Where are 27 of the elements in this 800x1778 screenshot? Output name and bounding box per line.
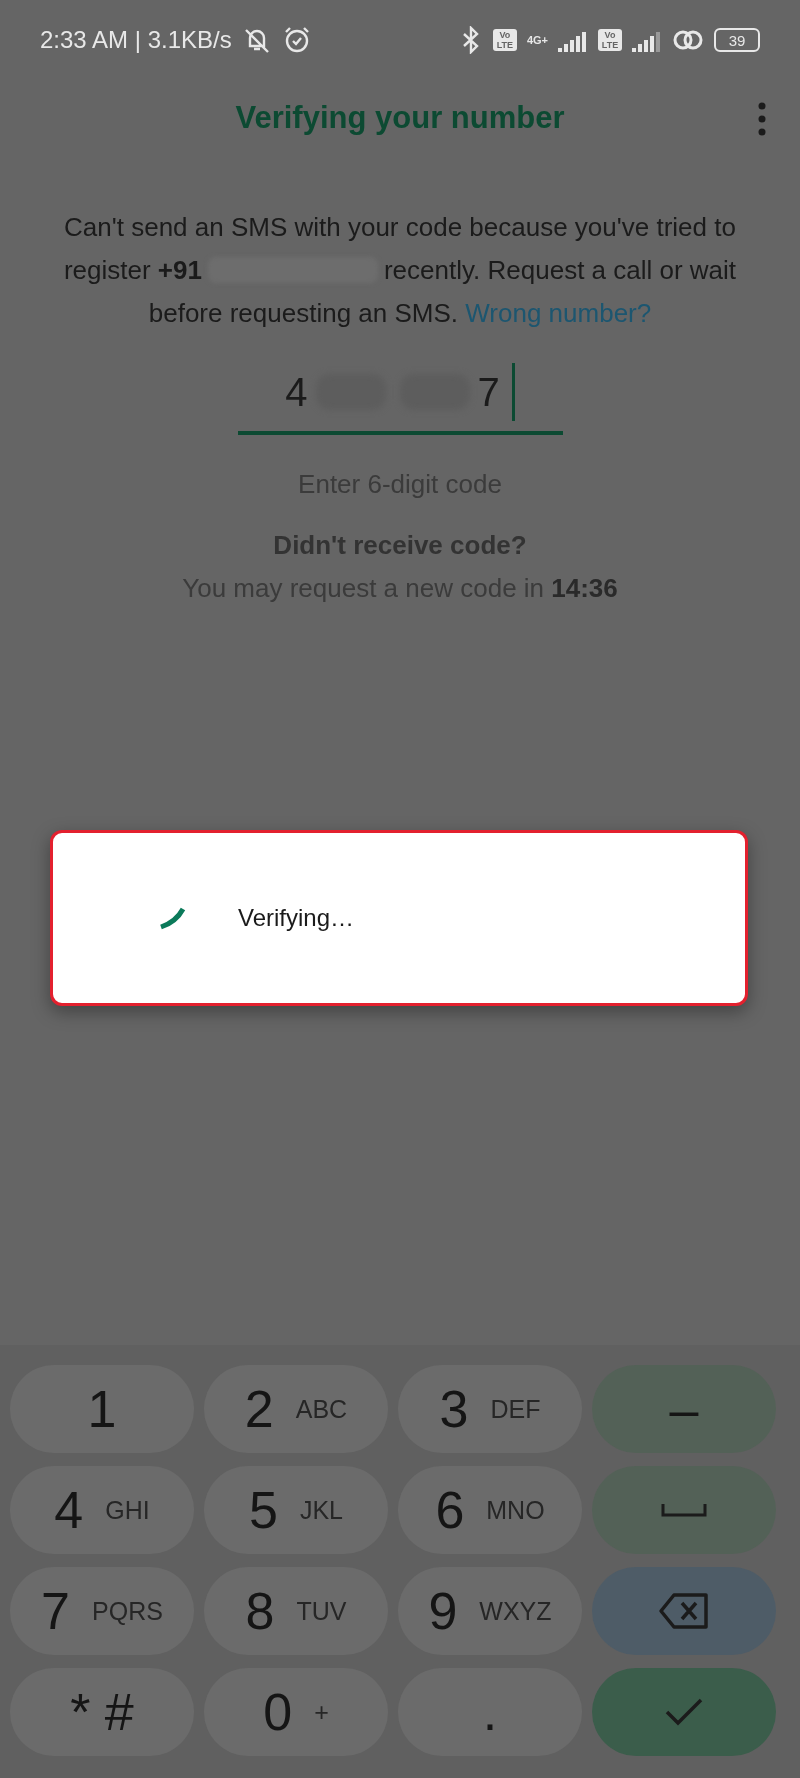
network-type: 4G+ <box>526 34 548 46</box>
loading-spinner-icon <box>158 906 186 930</box>
keypad-key[interactable]: * # <box>10 1668 194 1756</box>
keypad-key[interactable]: 2 ABC <box>204 1365 388 1453</box>
more-options-icon[interactable] <box>758 102 766 136</box>
keypad-key[interactable]: 3 DEF <box>398 1365 582 1453</box>
keypad-key[interactable]: 9 WXYZ <box>398 1567 582 1655</box>
code-input-field[interactable]: 4 7 <box>237 353 563 435</box>
space-icon <box>661 1502 707 1518</box>
keypad-key[interactable]: 5 JKL <box>204 1466 388 1554</box>
screen-title: Verifying your number <box>235 100 565 136</box>
keypad-key[interactable]: 7 PQRS <box>10 1567 194 1655</box>
battery-indicator: 39 <box>714 28 760 52</box>
keypad-key[interactable]: 4 GHI <box>10 1466 194 1554</box>
keypad-key[interactable]: 0 + <box>204 1668 388 1756</box>
keypad-key[interactable]: 6 MNO <box>398 1466 582 1554</box>
keypad-key[interactable]: 1 <box>10 1365 194 1453</box>
backspace-icon <box>658 1591 710 1631</box>
dash-key[interactable]: – <box>592 1365 776 1453</box>
info-message: Can't send an SMS with your code because you've tried to register +91 recently. Request a call or wait before requesting an SMS. Wrong number? <box>62 211 738 330</box>
volte-badge: Vo LTE <box>598 29 622 51</box>
verifying-text: Verifying… <box>238 904 355 932</box>
keypad-key[interactable]: . <box>398 1668 582 1756</box>
keypad-key[interactable]: 8 TUV <box>204 1567 388 1655</box>
checkmark-icon <box>664 1696 704 1728</box>
status-time: 2:33 AM | 3.1KB/s <box>40 26 232 54</box>
volte-badge: Vo LTE <box>492 29 517 51</box>
